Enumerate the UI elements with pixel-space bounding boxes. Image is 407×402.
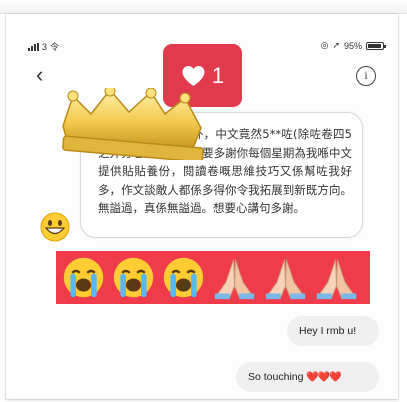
crying-face-icon (163, 257, 204, 298)
crown-icon (62, 88, 204, 160)
reply-bubble[interactable]: Hey I rmb u! (287, 316, 379, 346)
reply-bubble[interactable]: So touching ❤️❤️❤️ (236, 362, 379, 392)
carrier-label: 3 (42, 41, 48, 52)
chevron-left-icon: ‹ (36, 62, 44, 87)
info-icon: i (364, 68, 368, 82)
status-left: 3 令 (28, 40, 59, 53)
heart-icon (182, 65, 205, 86)
folded-hands-icon (265, 259, 306, 300)
location-icon: ◎ (320, 40, 329, 50)
folded-hands-icon (316, 259, 357, 300)
wifi-icon: 令 (50, 42, 60, 52)
folded-hands-icon (214, 259, 255, 300)
reply-text: Hey I rmb u! (299, 325, 357, 337)
direction-icon: ➚ (332, 40, 340, 50)
crying-face-icon (113, 257, 154, 298)
photo-edge (0, 0, 407, 14)
heart-emojis: ❤️❤️❤️ (306, 372, 341, 383)
back-button[interactable]: ‹ (36, 64, 43, 86)
battery-icon (366, 41, 386, 50)
grinning-face-icon (40, 212, 70, 242)
emoji-row (56, 251, 370, 304)
battery-percent: 95% (343, 40, 362, 51)
crying-face-icon (63, 257, 104, 298)
reply-text: So touching (248, 371, 304, 383)
reaction-count: 1 (211, 62, 225, 88)
status-right: ◎ ➚ 95% (320, 40, 386, 51)
info-button[interactable]: i (356, 66, 376, 86)
signal-icon (28, 42, 39, 51)
battery-fill (368, 43, 382, 48)
